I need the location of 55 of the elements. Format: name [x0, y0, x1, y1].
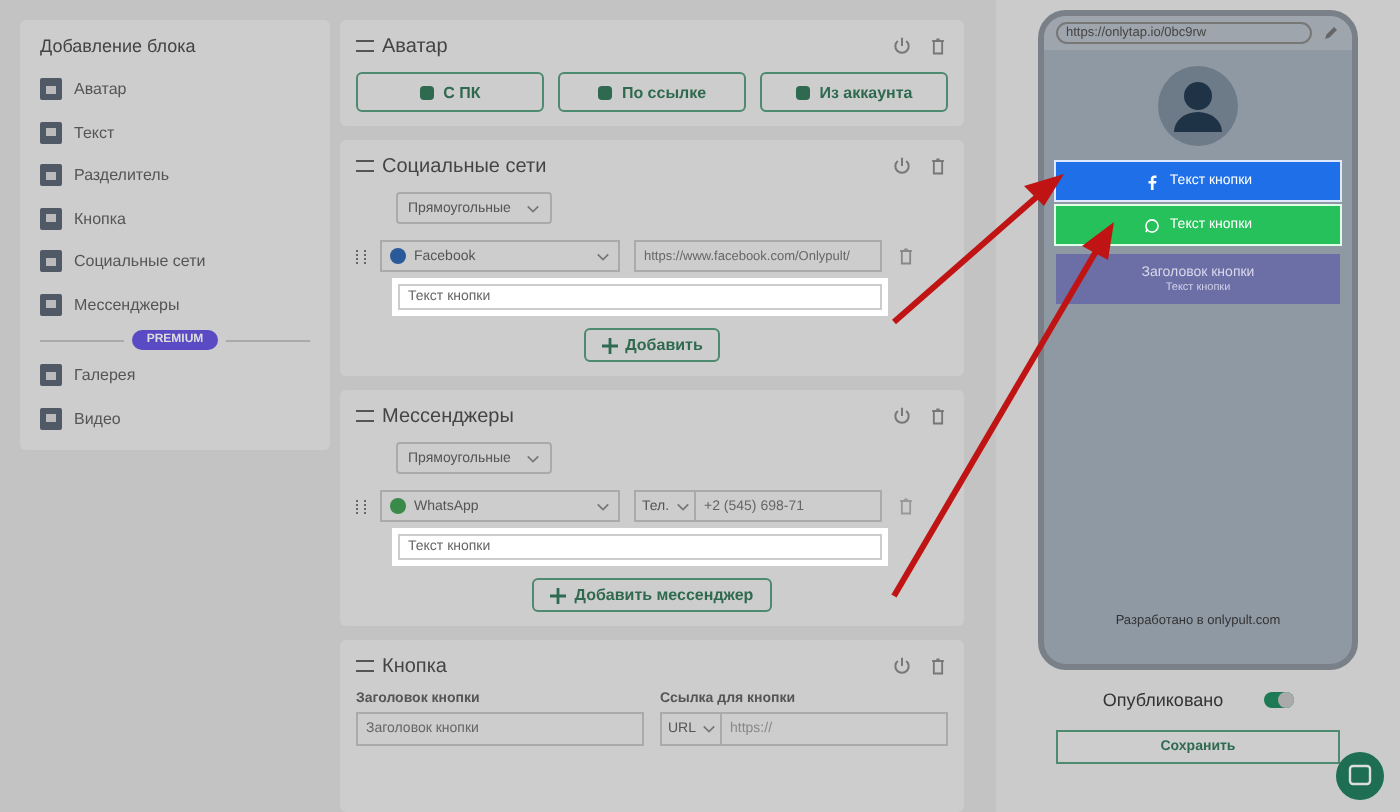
block-title: Социальные сети [382, 155, 549, 177]
trash-icon[interactable] [928, 656, 948, 676]
chevron-down-icon [596, 251, 610, 261]
block-type-item[interactable]: Социальные сети [40, 240, 310, 283]
block-type-item[interactable]: Мессенджеры [40, 283, 310, 326]
block-type-item[interactable]: Разделитель [40, 154, 310, 197]
published-label: Опубликовано [1102, 690, 1224, 710]
block-icon [40, 250, 62, 273]
block-icon [40, 78, 62, 101]
block-icon [40, 293, 62, 316]
trash-icon[interactable] [928, 406, 948, 426]
chat-button[interactable] [1336, 752, 1384, 800]
block-type-item[interactable]: Текст [40, 111, 310, 154]
power-icon[interactable] [892, 156, 912, 176]
drag-handle-icon[interactable] [356, 40, 374, 52]
block-title: Кнопка [382, 655, 449, 677]
power-icon[interactable] [892, 406, 912, 426]
add-button[interactable]: Добавить [583, 328, 721, 362]
chevron-down-icon [596, 501, 610, 511]
power-icon[interactable] [892, 36, 912, 56]
trash-icon[interactable] [896, 496, 916, 516]
block-type-item[interactable]: Кнопка [40, 197, 310, 240]
avatar-icon [1158, 66, 1238, 146]
block-icon [40, 407, 62, 430]
block-icon [40, 164, 62, 187]
upload-button[interactable]: С ПК [356, 72, 544, 112]
block-icon [40, 121, 62, 144]
pencil-icon[interactable] [1322, 24, 1340, 42]
trash-icon[interactable] [896, 246, 916, 266]
drag-handle-icon[interactable] [356, 660, 374, 672]
block-type-item[interactable]: Аватар [40, 68, 310, 111]
block-type-item[interactable]: Видео [40, 397, 310, 440]
trash-icon[interactable] [928, 156, 948, 176]
plus-icon [601, 337, 618, 353]
power-icon[interactable] [892, 656, 912, 676]
chevron-down-icon [526, 203, 540, 213]
block-icon [40, 364, 62, 387]
trash-icon[interactable] [928, 36, 948, 56]
grip-icon[interactable] [356, 249, 366, 263]
drag-handle-icon[interactable] [356, 410, 374, 422]
grip-icon[interactable] [356, 499, 366, 513]
block-title: Мессенджеры [382, 405, 516, 427]
sidebar-title: Добавление блока [40, 36, 198, 56]
add-messenger-button[interactable]: Добавить мессенджер [532, 578, 772, 612]
block-title: Аватар [382, 35, 450, 57]
publish-toggle[interactable] [1263, 692, 1294, 708]
block-type-item[interactable]: Галерея [40, 354, 310, 397]
facebook-icon [1143, 173, 1160, 189]
chevron-down-icon [526, 453, 540, 463]
block-icon [40, 207, 62, 230]
drag-handle-icon[interactable] [356, 160, 374, 172]
upload-button[interactable]: Из аккаунта [760, 72, 948, 112]
plus-icon [550, 587, 567, 603]
chat-bubble-icon [1143, 217, 1160, 233]
upload-button[interactable]: По ссылке [558, 72, 746, 112]
